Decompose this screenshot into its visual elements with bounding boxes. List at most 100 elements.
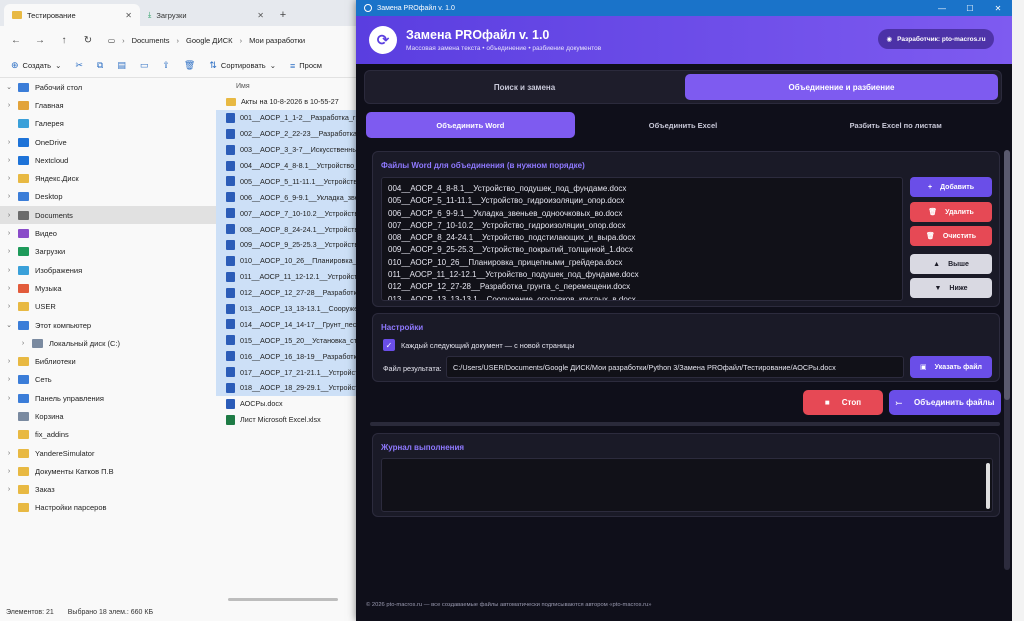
file-row[interactable]: 015__АОСР_15_20__Установка_столб <box>216 332 356 349</box>
nav-item[interactable]: ⌄ Этот компьютер <box>0 316 216 334</box>
tab-merge-word[interactable]: Объединить Word <box>366 112 575 138</box>
word-files-list[interactable]: 004__АОСР_4_8-8.1__Устройство_подушек_по… <box>381 177 903 301</box>
nav-item[interactable]: Галерея <box>0 115 216 133</box>
list-item[interactable]: 009__АОСР_9_25-25.3__Устройство_покрытий… <box>388 244 896 256</box>
file-row[interactable]: Акты на 10-8-2026 в 10-55-27 <box>216 94 356 110</box>
close-icon[interactable]: ✕ <box>257 11 264 20</box>
log-output[interactable] <box>381 458 993 512</box>
file-row[interactable]: 014__АОСР_14_14-17__Грунт_песчан <box>216 316 356 333</box>
delete-button[interactable]: 🗑 <box>179 57 200 75</box>
nav-item[interactable]: fix_addins <box>0 426 216 444</box>
file-row[interactable]: 006__АОСР_6_9-9.1__Укладка_звенье <box>216 189 356 206</box>
rename-button[interactable]: ▭ <box>135 57 154 75</box>
file-row[interactable]: 003__АОСР_3_3-7__Искусственные_с <box>216 141 356 158</box>
new-page-checkbox[interactable]: ✓ <box>383 339 395 351</box>
create-button[interactable]: ⊕ Создать ⌄ <box>6 57 66 75</box>
forward-button[interactable]: → <box>28 29 52 51</box>
file-row[interactable]: 017__АОСР_17_21-21.1__Устройство_ <box>216 364 356 381</box>
chevron-icon[interactable]: › <box>4 376 14 383</box>
list-item[interactable]: 013__АОСР_13_13-13.1__Сооружение_оголовк… <box>388 294 896 300</box>
nav-item[interactable]: › Nextcloud <box>0 151 216 169</box>
nav-item[interactable]: › Библиотеки <box>0 352 216 370</box>
file-row[interactable]: 011__АОСР_11_12-12.1__Устройство_ <box>216 268 356 285</box>
sort-button[interactable]: ⇅ Сортировать ⌄ <box>204 57 281 75</box>
file-row[interactable]: 001__АОСР_1_1-2__Разработка_грунт <box>216 109 356 126</box>
close-icon[interactable]: ✕ <box>125 11 132 20</box>
file-row[interactable]: Лист Microsoft Excel.xlsx <box>216 412 356 428</box>
breadcrumb-item[interactable]: Google ДИСК <box>186 36 233 45</box>
paste-button[interactable]: ▤ <box>112 57 131 75</box>
nav-item[interactable]: › Сеть <box>0 371 216 389</box>
add-button[interactable]: + Добавить <box>910 177 992 197</box>
horizontal-scrollbar[interactable] <box>228 598 338 601</box>
chevron-icon[interactable]: › <box>4 468 14 475</box>
chevron-icon[interactable]: › <box>4 358 14 365</box>
nav-item[interactable]: › Локальный диск (C:) <box>0 334 216 352</box>
nav-item[interactable]: › USER <box>0 298 216 316</box>
file-row[interactable]: 013__АОСР_13_13-13.1__Сооружение <box>216 300 356 317</box>
nav-item[interactable]: Настройки парсеров <box>0 499 216 517</box>
view-button[interactable]: ≡ Просм <box>285 57 327 75</box>
move-up-button[interactable]: ▲ Выше <box>910 254 992 274</box>
back-button[interactable]: ← <box>4 29 28 51</box>
tab-merge-split[interactable]: Объединение и разбиение <box>685 74 998 100</box>
chevron-icon[interactable]: › <box>4 285 14 292</box>
chevron-icon[interactable]: › <box>4 193 14 200</box>
nav-item[interactable]: › Документы Катков П.В <box>0 462 216 480</box>
stop-button[interactable]: ■ Стоп <box>803 390 883 415</box>
nav-item[interactable]: › Изображения <box>0 261 216 279</box>
chevron-icon[interactable]: › <box>4 303 14 310</box>
file-row[interactable]: 016__АОСР_16_18-19__Разработка_гр <box>216 348 356 365</box>
list-item[interactable]: 010__АОСР_10_26__Планировка_прицепными_г… <box>388 257 896 269</box>
nav-item[interactable]: › YandereSimulator <box>0 444 216 462</box>
chevron-icon[interactable]: ⌄ <box>4 83 14 91</box>
chevron-icon[interactable]: › <box>4 450 14 457</box>
developer-link[interactable]: ◉ Разработчик: pto-macros.ru <box>878 29 994 49</box>
copy-button[interactable]: ⧉ <box>92 57 108 75</box>
file-row[interactable]: 012__АОСР_12_27-28__Разработка_гру <box>216 284 356 301</box>
cut-button[interactable]: ✂ <box>70 57 88 75</box>
list-item[interactable]: 011__АОСР_11_12-12.1__Устройство_подушек… <box>388 269 896 281</box>
merge-button[interactable]: ⤚ Объединить файлы <box>889 390 1001 415</box>
minimize-button[interactable]: — <box>928 4 956 13</box>
nav-item[interactable]: › Desktop <box>0 188 216 206</box>
chevron-icon[interactable]: › <box>4 157 14 164</box>
file-row[interactable]: 009__АОСР_9_25-25.3__Устройство_п <box>216 237 356 253</box>
tab-search-replace[interactable]: Поиск и замена <box>368 74 681 100</box>
list-item[interactable]: 012__АОСР_12_27-28__Разработка_грунта_с_… <box>388 281 896 293</box>
chevron-icon[interactable]: ⌄ <box>4 321 14 329</box>
file-row[interactable]: 005__АОСР_5_11-11.1__Устройство_г <box>216 173 356 190</box>
list-item[interactable]: 004__АОСР_4_8-8.1__Устройство_подушек_по… <box>388 183 896 195</box>
chevron-icon[interactable]: › <box>4 139 14 146</box>
nav-item[interactable]: › Панель управления <box>0 389 216 407</box>
browse-button[interactable]: ▣ Указать файл <box>910 356 992 378</box>
chevron-icon[interactable]: › <box>4 230 14 237</box>
list-item[interactable]: 006__АОСР_6_9-9.1__Укладка_звеньев_одноо… <box>388 208 896 220</box>
chevron-icon[interactable]: › <box>4 175 14 182</box>
log-scrollbar[interactable] <box>986 463 990 509</box>
file-row[interactable]: АОСРы.docx <box>216 396 356 412</box>
nav-item[interactable]: Корзина <box>0 407 216 425</box>
file-row[interactable]: 007__АОСР_7_10-10.2__Устройство_ги <box>216 205 356 222</box>
refresh-button[interactable]: ↻ <box>76 29 100 51</box>
chevron-icon[interactable]: › <box>4 486 14 493</box>
chevron-icon[interactable]: › <box>4 248 14 255</box>
close-button[interactable]: ✕ <box>984 4 1012 13</box>
file-row[interactable]: 002__АОСР_2_22-23__Разработка_грун <box>216 125 356 142</box>
list-item[interactable]: 005__АОСР_5_11-11.1__Устройство_гидроизо… <box>388 195 896 207</box>
tab-split-excel[interactable]: Разбить Excel по листам <box>791 112 1000 138</box>
explorer-tab-testing[interactable]: Тестирование ✕ <box>4 4 140 26</box>
remove-button[interactable]: 🗑 Удалить <box>910 202 992 222</box>
address-bar[interactable]: ▭ › Documents › Google ДИСК › Мои разраб… <box>104 30 356 50</box>
chevron-icon[interactable]: › <box>4 267 14 274</box>
clear-button[interactable]: 🗑 Очистить <box>910 226 992 246</box>
file-row[interactable]: 008__АОСР_8_24-24.1__Устройство_по <box>216 221 356 238</box>
share-button[interactable]: ⇪ <box>157 57 175 75</box>
new-tab-button[interactable]: + <box>272 4 294 26</box>
file-row[interactable]: 018__АОСР_18_29-29.1__Устройство_ <box>216 380 356 396</box>
explorer-tab-downloads[interactable]: ⤓ Загрузки ✕ <box>140 4 272 26</box>
nav-item[interactable]: › Главная <box>0 96 216 114</box>
list-item[interactable]: 007__АОСР_7_10-10.2__Устройство_гидроизо… <box>388 220 896 232</box>
nav-item[interactable]: › Яндекс.Диск <box>0 169 216 187</box>
chevron-icon[interactable]: › <box>4 102 14 109</box>
